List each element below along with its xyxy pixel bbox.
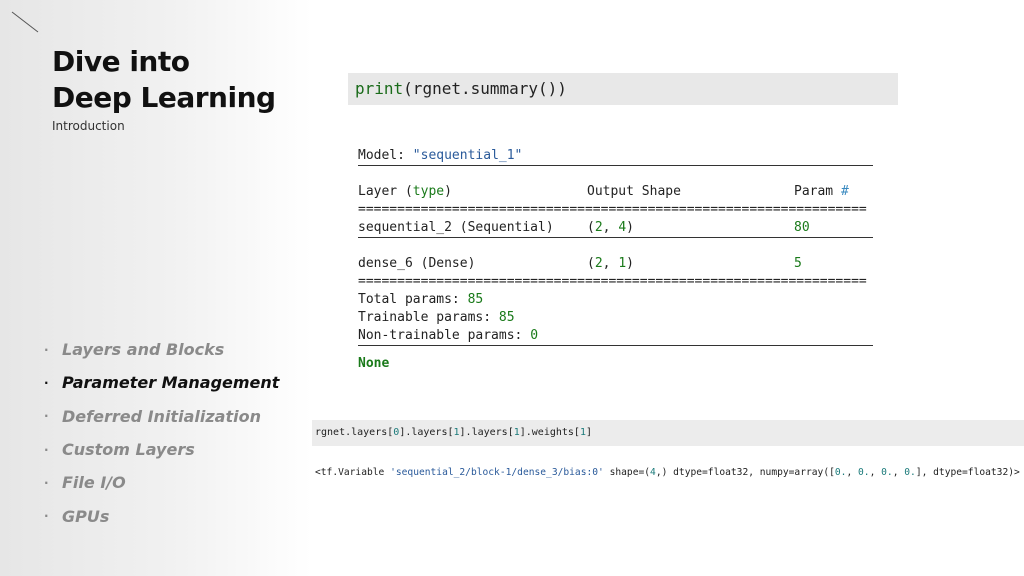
array-value: 0. xyxy=(881,467,893,478)
table-header: Layer (type) Output Shape Param # xyxy=(358,183,873,201)
nav-item-parameter-management[interactable]: · Parameter Management xyxy=(44,366,279,399)
divider xyxy=(358,237,873,238)
header-param: Param # xyxy=(794,183,849,201)
equals-rule: ========================================… xyxy=(358,274,867,289)
shape-a: 2 xyxy=(594,256,603,271)
shape-a: 2 xyxy=(594,220,603,235)
header-close: ) xyxy=(444,184,452,199)
nav-item-label: GPUs xyxy=(62,506,110,526)
code-part: ].layers[ xyxy=(399,427,454,438)
total-value: 85 xyxy=(467,292,484,307)
table-row: sequential_2 (Sequential) (2, 4) 80 xyxy=(358,219,873,237)
shape-b: 4 xyxy=(618,220,627,235)
divider xyxy=(358,345,873,346)
output-part: , xyxy=(846,467,858,478)
divider xyxy=(358,165,873,166)
header-param-text: Param xyxy=(794,184,841,199)
bullet-icon: · xyxy=(44,509,49,524)
code-part: ] xyxy=(586,427,593,438)
output-part: shape=( xyxy=(603,467,651,478)
trainable-value: 85 xyxy=(498,310,515,325)
nontrainable-label: Non-trainable params: xyxy=(358,328,531,343)
nav-item-layers-and-blocks[interactable]: · Layers and Blocks xyxy=(44,333,279,366)
title-line-2: Deep Learning xyxy=(52,81,276,114)
row-shape: (2, 4) xyxy=(587,220,634,235)
trainable-label: Trainable params: xyxy=(358,310,499,325)
nav-item-label: File I/O xyxy=(62,473,126,493)
model-summary-output: Model: "sequential_1" Layer (type) Output… xyxy=(358,147,873,373)
table-row: dense_6 (Dense) (2, 1) 5 xyxy=(358,255,873,273)
variable-name: 'sequential_2/block-1/dense_3/bias:0' xyxy=(390,467,604,478)
equals-rule: ========================================… xyxy=(358,202,867,217)
header-hash: # xyxy=(840,184,849,199)
shape-b: 1 xyxy=(618,256,627,271)
slide-title: Dive into Deep Learning xyxy=(52,44,276,116)
nav-item-label: Custom Layers xyxy=(62,440,195,460)
code-part: ].weights[ xyxy=(519,427,580,438)
header-output-shape: Output Shape xyxy=(587,184,681,199)
total-label: Total params: xyxy=(358,292,468,307)
code-part: ].layers[ xyxy=(459,427,514,438)
title-line-1: Dive into xyxy=(52,45,190,78)
model-name: "sequential_1" xyxy=(412,148,523,163)
code-cell-summary: print(rgnet.summary()) xyxy=(348,73,898,105)
nav-item-label: Layers and Blocks xyxy=(62,340,225,360)
section-nav: · Layers and Blocks · Parameter Management… xyxy=(44,333,279,533)
output-part: ], dtype=float32)> xyxy=(915,467,1020,478)
header-layer: Layer ( xyxy=(358,184,413,199)
code-args: (rgnet.summary()) xyxy=(403,79,567,98)
corner-decoration xyxy=(11,11,39,33)
row-shape: (2, 1) xyxy=(587,256,634,271)
nav-item-label: Parameter Management xyxy=(62,373,280,393)
row-params: 5 xyxy=(794,256,802,271)
code-cell-weights: rgnet.layers[0].layers[1].layers[1].weig… xyxy=(312,420,1024,446)
output-part: ,) dtype=float32, numpy=array([ xyxy=(655,467,835,478)
bullet-icon: · xyxy=(44,342,49,357)
row-params: 80 xyxy=(794,220,810,235)
none-output: None xyxy=(358,356,390,371)
bullet-icon: · xyxy=(44,442,49,457)
header-type: type xyxy=(412,184,445,199)
model-name-line: Model: "sequential_1" xyxy=(358,147,873,165)
array-value: 0. xyxy=(858,467,870,478)
nav-item-gpus[interactable]: · GPUs xyxy=(44,499,279,532)
output-part: <tf.Variable xyxy=(315,467,391,478)
output-part: , xyxy=(869,467,882,478)
bullet-icon: · xyxy=(44,409,49,424)
nav-item-file-io[interactable]: · File I/O xyxy=(44,466,279,499)
bullet-icon: · xyxy=(44,475,49,490)
nontrainable-value: 0 xyxy=(530,328,539,343)
code-fn: print xyxy=(355,79,404,98)
slide-subtitle: Introduction xyxy=(52,119,125,133)
nav-item-label: Deferred Initialization xyxy=(62,406,261,426)
nav-item-custom-layers[interactable]: · Custom Layers xyxy=(44,433,279,466)
bullet-icon: · xyxy=(44,375,49,390)
array-value: 0. xyxy=(834,467,847,478)
row-layer: dense_6 (Dense) xyxy=(358,256,476,271)
nav-item-deferred-initialization[interactable]: · Deferred Initialization xyxy=(44,400,279,433)
output-part: , xyxy=(892,467,905,478)
row-layer: sequential_2 (Sequential) xyxy=(358,220,554,235)
model-label: Model: xyxy=(358,148,413,163)
code-part: rgnet.layers[ xyxy=(315,427,394,438)
array-value: 0. xyxy=(904,467,916,478)
nontrainable-params-line: Non-trainable params: 0 xyxy=(358,327,873,345)
total-params-line: Total params: 85 xyxy=(358,291,873,309)
trainable-params-line: Trainable params: 85 xyxy=(358,309,873,327)
sidebar: Dive into Deep Learning Introduction · La… xyxy=(0,0,312,576)
variable-output: <tf.Variable 'sequential_2/block-1/dense… xyxy=(315,467,1020,478)
